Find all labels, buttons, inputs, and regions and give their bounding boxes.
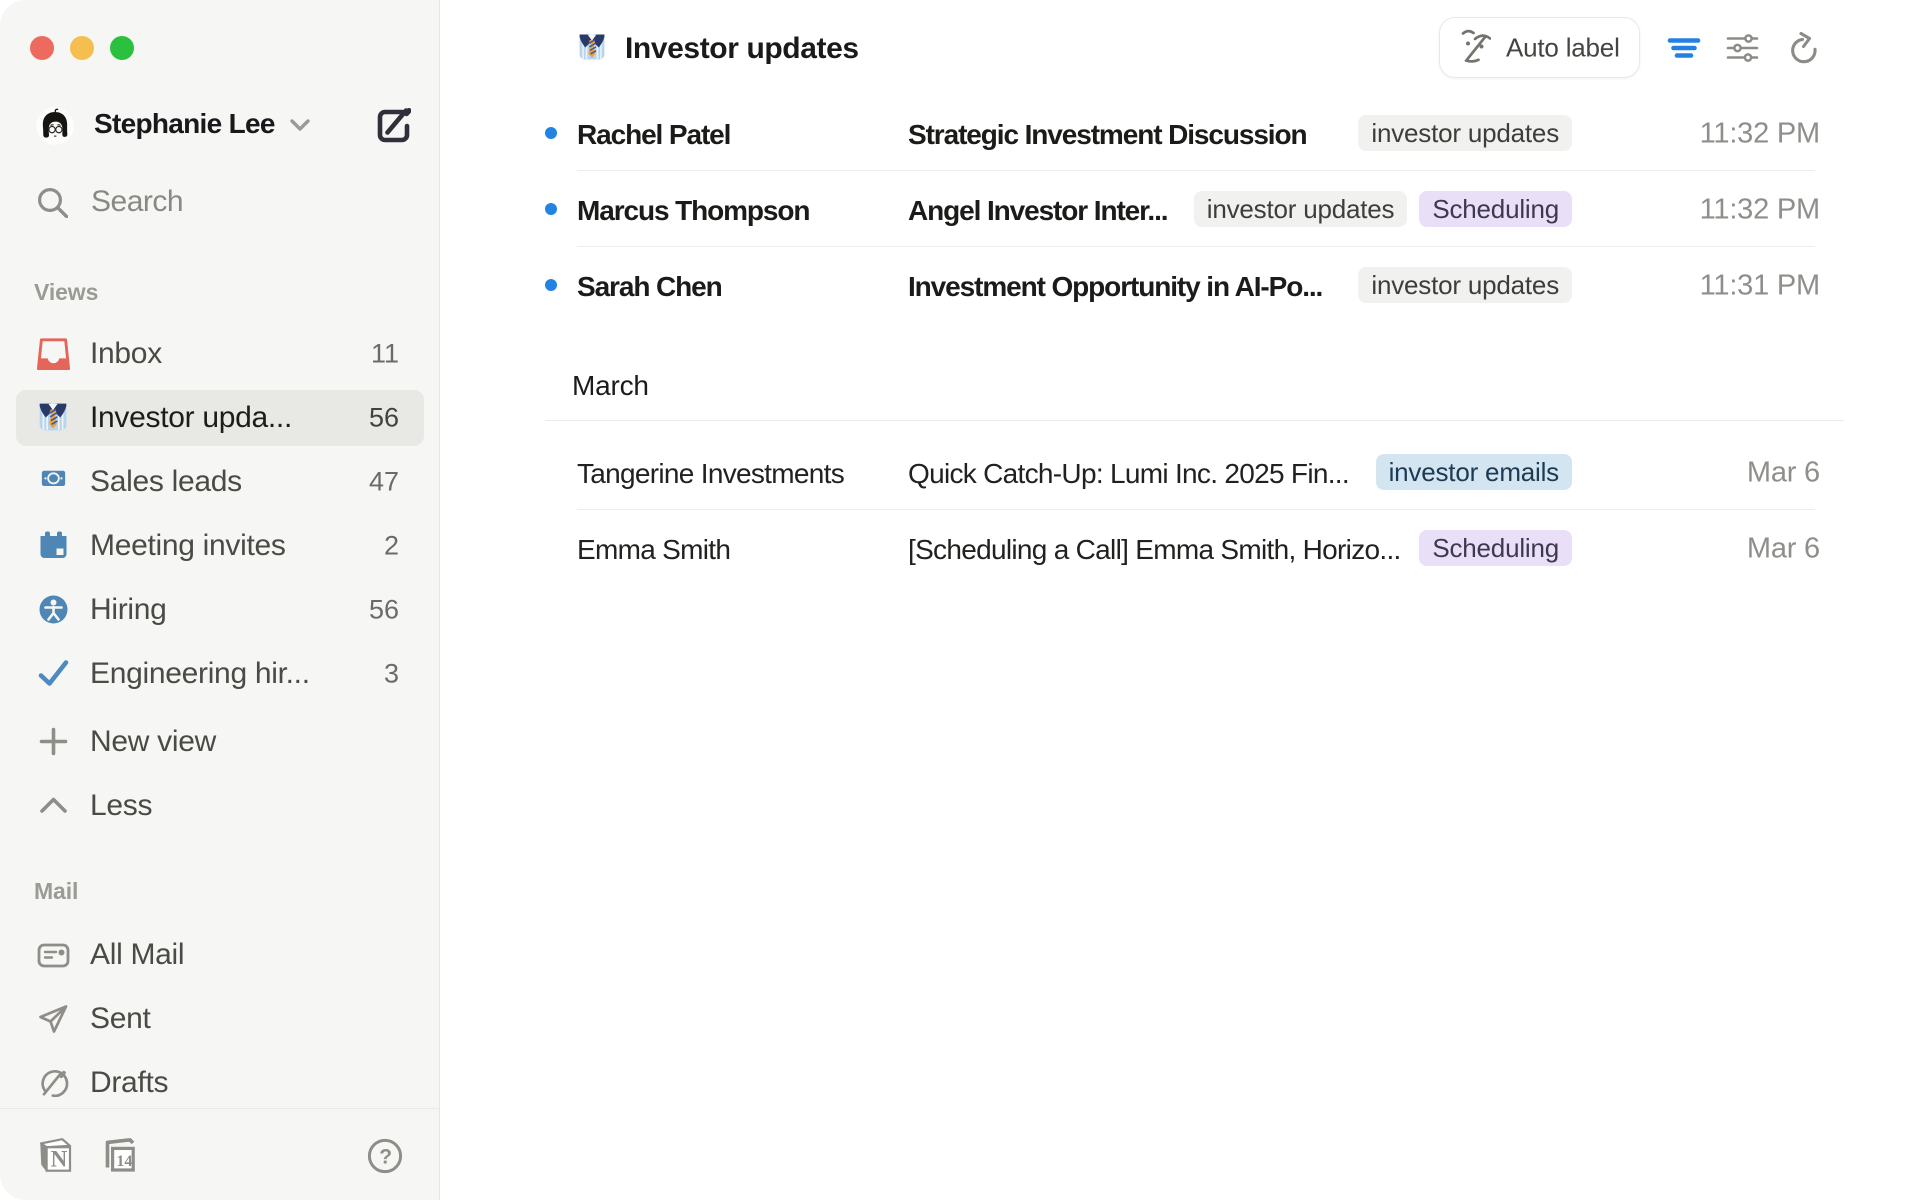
svg-text:14: 14 <box>116 1153 132 1170</box>
svg-text:?: ? <box>379 1146 392 1169</box>
svg-text:N: N <box>51 1146 68 1171</box>
